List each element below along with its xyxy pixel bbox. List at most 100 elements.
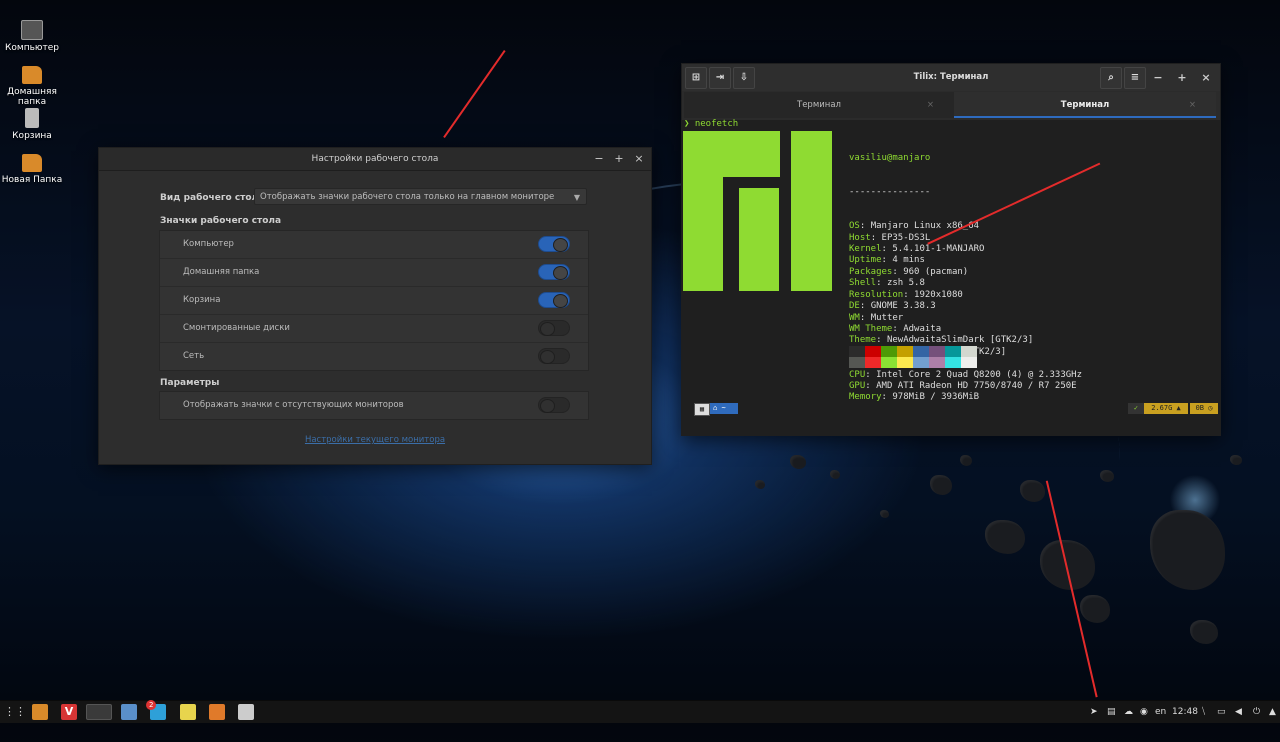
current-monitor-settings-link[interactable]: Настройки текущего монитора: [99, 435, 651, 445]
info-line: DE: GNOME 3.38.3: [849, 301, 936, 312]
chevron-down-icon: ▼: [573, 193, 580, 202]
toggle-computer[interactable]: [538, 236, 570, 252]
tilix-app-icon[interactable]: [86, 704, 112, 720]
row-label: Отображать значки с отсутствующих монито…: [183, 400, 404, 410]
info-value: 978MiB / 3936MiB: [892, 392, 980, 403]
maximize-button[interactable]: +: [609, 148, 629, 170]
maximize-button[interactable]: +: [1172, 64, 1192, 91]
row-label: Компьютер: [183, 239, 234, 249]
toggle-mounted-drives[interactable]: [538, 320, 570, 336]
color-swatch: [961, 357, 977, 368]
desktop-icon-label: Домашняя папка: [7, 87, 57, 107]
desktop-icon-computer[interactable]: Компьютер: [1, 20, 63, 53]
list-item: Домашняя папка: [160, 259, 588, 287]
info-value: GNOME 3.38.3: [870, 301, 936, 312]
desktop-view-select[interactable]: Отображать значки рабочего стола только …: [254, 188, 587, 205]
color-swatch: [849, 357, 865, 368]
info-line: WM Theme: Adwaita: [849, 323, 942, 334]
toggle-home-folder[interactable]: [538, 264, 570, 280]
row-label: Сеть: [183, 351, 205, 361]
info-value: Intel Core 2 Quad Q8200 (4) @ 2.333GHz: [876, 369, 1083, 380]
info-line: Kernel: 5.4.101-1-MANJARO: [849, 244, 985, 255]
info-line: WM: Mutter: [849, 312, 904, 323]
info-line: Theme: NewAdwaitaSlimDark [GTK2/3]: [849, 335, 1034, 346]
desktop-icon-new-folder[interactable]: Новая Папка: [1, 154, 63, 185]
info-key: WM Theme: [849, 323, 893, 334]
info-value: Adwaita: [903, 323, 942, 334]
split-right-icon[interactable]: ⇥: [709, 67, 731, 89]
desktop-icon-label: Компьютер: [5, 43, 59, 53]
info-key: Resolution: [849, 289, 904, 300]
calculator-app-icon[interactable]: [238, 704, 254, 720]
tab-terminal-2[interactable]: Терминал ×: [954, 92, 1216, 118]
tab-label: Терминал: [1060, 100, 1110, 110]
desktop-icons-list: Компьютер Домашняя папка Корзина Смонтир…: [159, 230, 589, 371]
search-icon[interactable]: ⌕: [1100, 67, 1122, 89]
minimize-button[interactable]: −: [589, 148, 609, 170]
cloud-icon[interactable]: ☁: [1124, 704, 1133, 720]
color-swatch: [929, 346, 945, 357]
taskbar: ⋮⋮ V 2 ➤ ▤ ☁ ◉ en 12:48 ⧹ ▭ ◀ ⏻ ▲: [0, 700, 1280, 723]
close-icon[interactable]: ×: [1189, 92, 1196, 118]
split-down-icon[interactable]: ⇩: [733, 67, 755, 89]
network-segment: 0B ◷: [1190, 403, 1218, 414]
folder-icon: [22, 154, 42, 172]
settings-app-icon[interactable]: [121, 704, 137, 720]
info-line: Packages: 960 (pacman): [849, 266, 969, 277]
tilix-terminal-window: ⊞ ⇥ ⇩ Tilix: Терминал ⌕ ≡ − + × Терминал…: [681, 63, 1221, 436]
window-title: Настройки рабочего стола: [311, 154, 439, 164]
display-icon[interactable]: ▭: [1217, 704, 1226, 720]
apps-grid-icon[interactable]: ⋮⋮: [4, 704, 26, 720]
color-swatch: [881, 346, 897, 357]
terminal-titlebar[interactable]: ⊞ ⇥ ⇩ Tilix: Терминал ⌕ ≡ − + ×: [682, 64, 1220, 91]
vivaldi-app-icon[interactable]: V: [61, 704, 77, 720]
toggle-trash[interactable]: [538, 292, 570, 308]
color-swatch: [865, 357, 881, 368]
toggle-missing-monitors[interactable]: [538, 397, 570, 413]
clock[interactable]: 12:48: [1172, 704, 1198, 720]
close-button[interactable]: ×: [1196, 64, 1216, 91]
tray-app-icon[interactable]: ▤: [1107, 704, 1116, 720]
params-list: Отображать значки с отсутствующих монито…: [159, 391, 589, 420]
trash-icon: [25, 108, 39, 128]
telegram-app-icon[interactable]: 2: [146, 700, 166, 720]
info-key: Theme: [849, 335, 877, 346]
info-line: Uptime: 4 mins: [849, 255, 925, 266]
notifications-muted-icon[interactable]: ⧹: [1202, 704, 1205, 720]
color-swatch: [881, 357, 897, 368]
info-key: Memory: [849, 392, 882, 403]
network-icon[interactable]: ◉: [1140, 704, 1148, 720]
toggle-network[interactable]: [538, 348, 570, 364]
power-icon[interactable]: ⏻: [1253, 704, 1260, 720]
terminal-output[interactable]: ❯ neofetch vasiliu@manjaro -------------…: [682, 119, 1220, 435]
chevron-up-icon[interactable]: ▲: [1269, 704, 1276, 720]
volume-icon[interactable]: ◀: [1235, 704, 1242, 720]
color-swatch: [897, 357, 913, 368]
manjaro-prompt-icon: ▦: [694, 403, 710, 416]
files-app-icon[interactable]: [32, 704, 48, 720]
desktop-view-label: Вид рабочего стола: [160, 193, 265, 203]
desktop-icon-home[interactable]: Домашняя папка: [1, 66, 63, 107]
firefox-app-icon[interactable]: [209, 704, 225, 720]
username: vasiliu@manjaro: [849, 152, 931, 163]
memory-segment: 2.67G ▲: [1144, 403, 1188, 414]
minimize-button[interactable]: −: [1148, 64, 1168, 91]
info-key: Host: [849, 232, 871, 243]
settings-titlebar[interactable]: Настройки рабочего стола − + ×: [99, 148, 651, 171]
info-value: AMD ATI Radeon HD 7750/8740 / R7 250E: [876, 380, 1077, 391]
desktop-icon-trash[interactable]: Корзина: [1, 108, 63, 141]
info-key: OS: [849, 221, 860, 232]
keyboard-layout[interactable]: en: [1155, 704, 1166, 720]
add-terminal-icon[interactable]: ⊞: [685, 67, 707, 89]
close-icon[interactable]: ×: [927, 92, 934, 118]
close-button[interactable]: ×: [629, 148, 649, 170]
check-segment: ✓: [1128, 403, 1144, 414]
tab-terminal-1[interactable]: Терминал ×: [684, 92, 954, 118]
color-swatch: [945, 346, 961, 357]
telegram-tray-icon[interactable]: ➤: [1090, 704, 1098, 720]
notes-app-icon[interactable]: [180, 704, 196, 720]
command-prompt: ❯ neofetch: [684, 119, 739, 129]
menu-icon[interactable]: ≡: [1124, 67, 1146, 89]
params-section-heading: Параметры: [160, 378, 220, 388]
computer-icon: [21, 20, 43, 40]
